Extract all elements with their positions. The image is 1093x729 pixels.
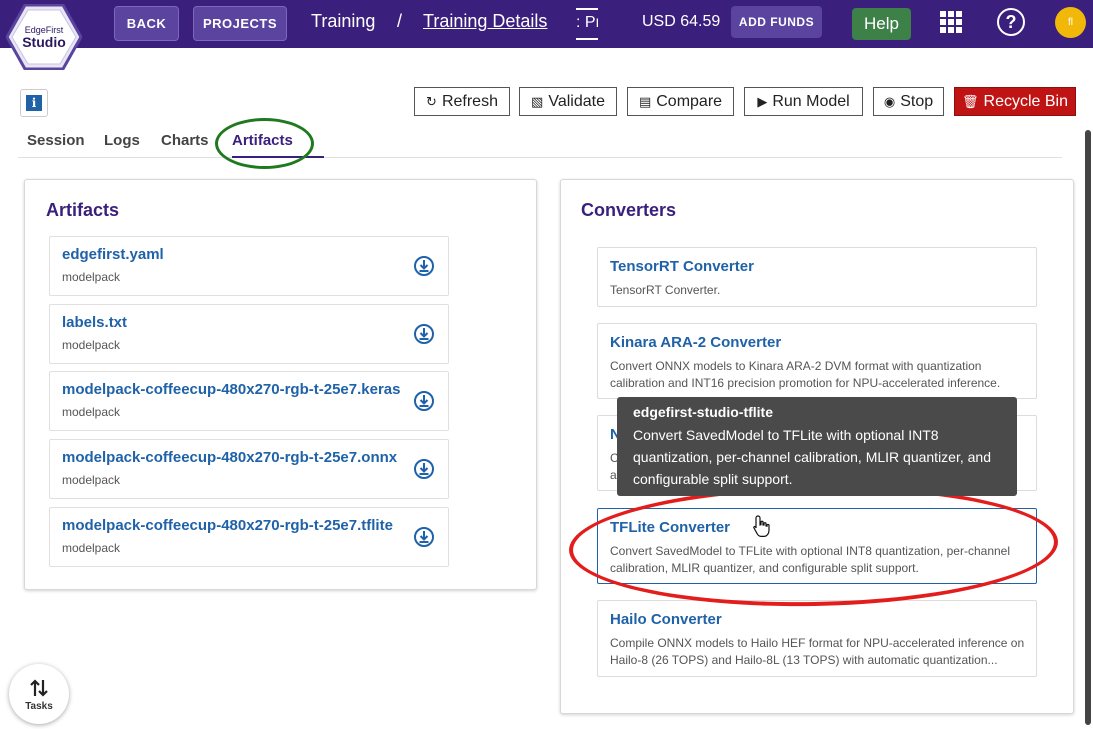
download-icon[interactable] bbox=[413, 390, 435, 412]
run-model-label: Run Model bbox=[772, 92, 850, 110]
stop-button[interactable]: ◉ Stop bbox=[873, 87, 944, 116]
download-icon[interactable] bbox=[413, 255, 435, 277]
help-button[interactable]: Help bbox=[852, 8, 911, 40]
tooltip-text: Convert SavedModel to TFLite with option… bbox=[633, 427, 991, 487]
converter-tooltip: edgefirst-studio-tflite Convert SavedMod… bbox=[617, 397, 1017, 496]
converter-name[interactable]: TensorRT Converter bbox=[610, 258, 754, 275]
refresh-button[interactable]: ↻ Refresh bbox=[414, 87, 510, 116]
page-scrollbar[interactable] bbox=[1085, 130, 1091, 725]
tooltip-title: edgefirst-studio-tflite bbox=[633, 404, 773, 420]
download-icon[interactable] bbox=[413, 323, 435, 345]
artifact-source: modelpack bbox=[62, 541, 121, 555]
breadcrumb-project-truncated[interactable]: : Pr bbox=[576, 8, 598, 40]
download-icon[interactable] bbox=[413, 526, 435, 548]
validate-icon: ▧ bbox=[531, 93, 544, 109]
projects-button[interactable]: PROJECTS bbox=[193, 6, 287, 41]
artifact-name[interactable]: modelpack-coffeecup-480x270-rgb-t-25e7.o… bbox=[62, 449, 397, 466]
converter-item[interactable]: TensorRT Converter TensorRT Converter. bbox=[597, 247, 1037, 307]
converter-item-tflite[interactable]: TFLite Converter Convert SavedModel to T… bbox=[597, 508, 1037, 584]
converter-description: Convert SavedModel to TFLite with option… bbox=[610, 544, 1011, 575]
stop-label: Stop bbox=[900, 92, 934, 110]
tasks-button[interactable]: Tasks bbox=[9, 664, 69, 724]
artifact-name[interactable]: modelpack-coffeecup-480x270-rgb-t-25e7.k… bbox=[62, 381, 400, 398]
add-funds-button[interactable]: ADD FUNDS bbox=[731, 6, 822, 38]
converter-description: Convert ONNX models to Kinara ARA-2 DVM … bbox=[610, 359, 1001, 390]
artifact-name[interactable]: edgefirst.yaml bbox=[62, 246, 164, 263]
artifact-name[interactable]: labels.txt bbox=[62, 314, 127, 331]
apps-grid-icon[interactable] bbox=[940, 11, 962, 33]
tasks-label: Tasks bbox=[25, 700, 53, 712]
artifact-source: modelpack bbox=[62, 405, 121, 419]
logo-text: EdgeFirst Studio bbox=[6, 4, 82, 70]
recycle-bin-button[interactable]: 🗑 Recycle Bin bbox=[954, 87, 1076, 116]
artifact-item[interactable]: edgefirst.yaml modelpack bbox=[49, 236, 449, 296]
info-icon: i bbox=[26, 95, 42, 111]
logo-line1: EdgeFirst bbox=[24, 24, 64, 35]
artifact-item[interactable]: modelpack-coffeecup-480x270-rgb-t-25e7.o… bbox=[49, 439, 449, 499]
breadcrumb-training-details[interactable]: Training Details bbox=[423, 11, 547, 32]
refresh-icon: ↻ bbox=[426, 93, 437, 109]
artifact-name[interactable]: modelpack-coffeecup-480x270-rgb-t-25e7.t… bbox=[62, 517, 393, 534]
artifact-source: modelpack bbox=[62, 338, 121, 352]
hand-pointer-cursor-icon bbox=[753, 515, 770, 537]
recycle-bin-label: Recycle Bin bbox=[983, 92, 1068, 110]
compare-button[interactable]: ▤ Compare bbox=[627, 87, 734, 116]
refresh-label: Refresh bbox=[441, 92, 498, 110]
trash-icon: 🗑 bbox=[962, 93, 979, 109]
artifact-source: modelpack bbox=[62, 270, 121, 284]
help-question-icon[interactable]: ? bbox=[997, 8, 1025, 36]
tab-logs[interactable]: Logs bbox=[104, 132, 140, 149]
artifacts-panel: Artifacts edgefirst.yaml modelpack label… bbox=[24, 179, 537, 590]
user-avatar[interactable]: fl bbox=[1055, 7, 1086, 38]
converter-description: Compile ONNX models to Hailo HEF format … bbox=[610, 636, 1025, 667]
artifact-source: modelpack bbox=[62, 473, 121, 487]
tab-artifacts[interactable]: Artifacts bbox=[232, 132, 293, 149]
tab-charts[interactable]: Charts bbox=[161, 132, 209, 149]
tab-session[interactable]: Session bbox=[27, 132, 85, 149]
logo-line2: Studio bbox=[22, 33, 66, 50]
converters-title: Converters bbox=[581, 200, 677, 220]
play-icon: ▶ bbox=[757, 93, 768, 109]
artifacts-title: Artifacts bbox=[46, 200, 120, 220]
validate-label: Validate bbox=[548, 92, 605, 110]
run-model-button[interactable]: ▶ Run Model bbox=[744, 87, 863, 116]
validate-button[interactable]: ▧ Validate bbox=[519, 87, 617, 116]
converter-item[interactable]: Kinara ARA-2 Converter Convert ONNX mode… bbox=[597, 323, 1037, 399]
breadcrumb-training[interactable]: Training bbox=[311, 11, 375, 32]
converter-name[interactable]: Kinara ARA-2 Converter bbox=[610, 334, 781, 351]
compare-icon: ▤ bbox=[638, 93, 652, 109]
artifact-item[interactable]: labels.txt modelpack bbox=[49, 304, 449, 364]
stop-icon: ◉ bbox=[883, 93, 896, 109]
download-icon[interactable] bbox=[413, 458, 435, 480]
converter-name[interactable]: Hailo Converter bbox=[610, 611, 722, 628]
converter-item[interactable]: Hailo Converter Compile ONNX models to H… bbox=[597, 600, 1037, 677]
converter-name[interactable]: TFLite Converter bbox=[610, 519, 730, 536]
tab-bar: Session Logs Charts Artifacts bbox=[18, 128, 1062, 158]
sort-arrows-icon bbox=[30, 678, 48, 697]
compare-label: Compare bbox=[656, 92, 723, 110]
breadcrumb-separator: / bbox=[397, 11, 403, 31]
artifact-item[interactable]: modelpack-coffeecup-480x270-rgb-t-25e7.t… bbox=[49, 507, 449, 567]
active-tab-indicator bbox=[232, 156, 324, 158]
converter-description: TensorRT Converter. bbox=[610, 283, 721, 297]
account-balance: USD 64.59 bbox=[642, 13, 721, 30]
artifact-item[interactable]: modelpack-coffeecup-480x270-rgb-t-25e7.k… bbox=[49, 371, 449, 431]
back-button[interactable]: BACK bbox=[114, 6, 179, 41]
info-button[interactable]: i bbox=[20, 89, 48, 117]
